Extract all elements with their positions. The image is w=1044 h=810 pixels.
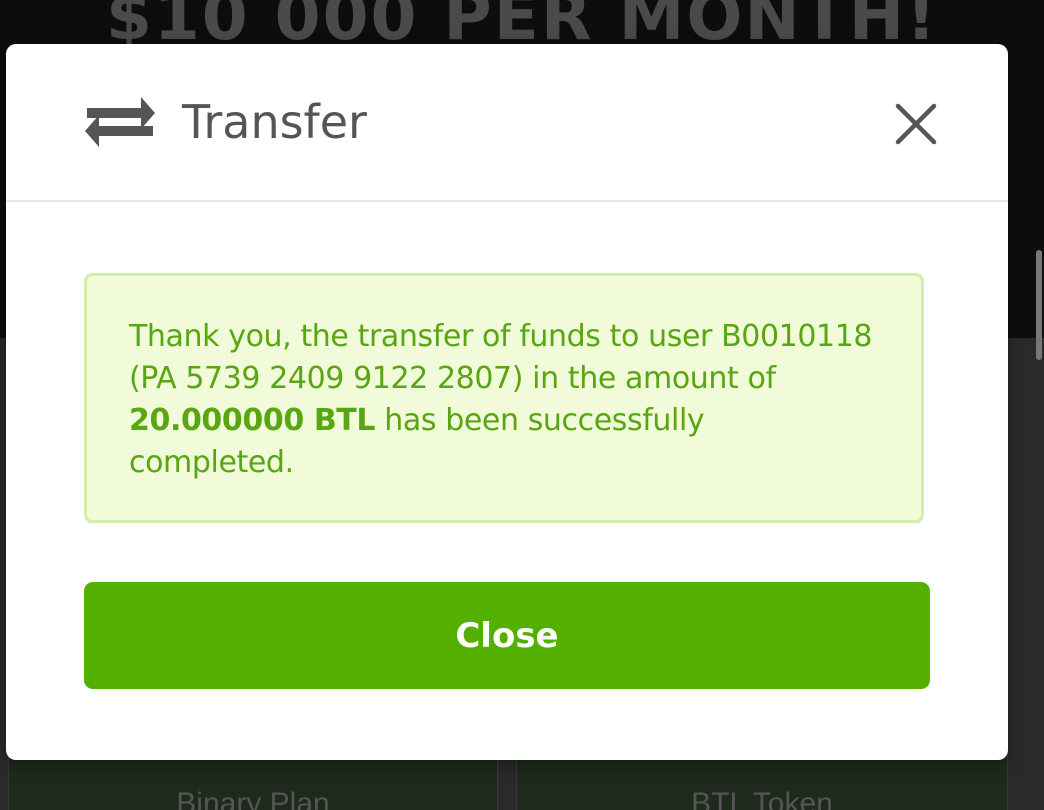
modal-title: Transfer bbox=[182, 95, 367, 149]
success-message: Thank you, the transfer of funds to user… bbox=[129, 316, 877, 484]
modal-header: Transfer bbox=[6, 44, 1008, 202]
close-button[interactable]: Close bbox=[84, 582, 930, 689]
transfer-modal: Transfer Thank you, the transfer of fund… bbox=[6, 44, 1008, 760]
background-card-label: BTL Token bbox=[691, 787, 833, 810]
close-icon[interactable] bbox=[892, 100, 940, 148]
background-card-label: Binary Plan bbox=[176, 787, 330, 810]
transfer-amount: 20.000000 BTL bbox=[129, 403, 376, 438]
page-scrollbar[interactable] bbox=[1036, 250, 1042, 360]
success-alert: Thank you, the transfer of funds to user… bbox=[84, 273, 924, 523]
page: $10 000 PER MONTH! Binary Plan BTL Token… bbox=[0, 0, 1044, 810]
success-message-text: Thank you, the transfer of funds to user… bbox=[129, 319, 873, 396]
transfer-arrows-icon bbox=[83, 94, 157, 150]
